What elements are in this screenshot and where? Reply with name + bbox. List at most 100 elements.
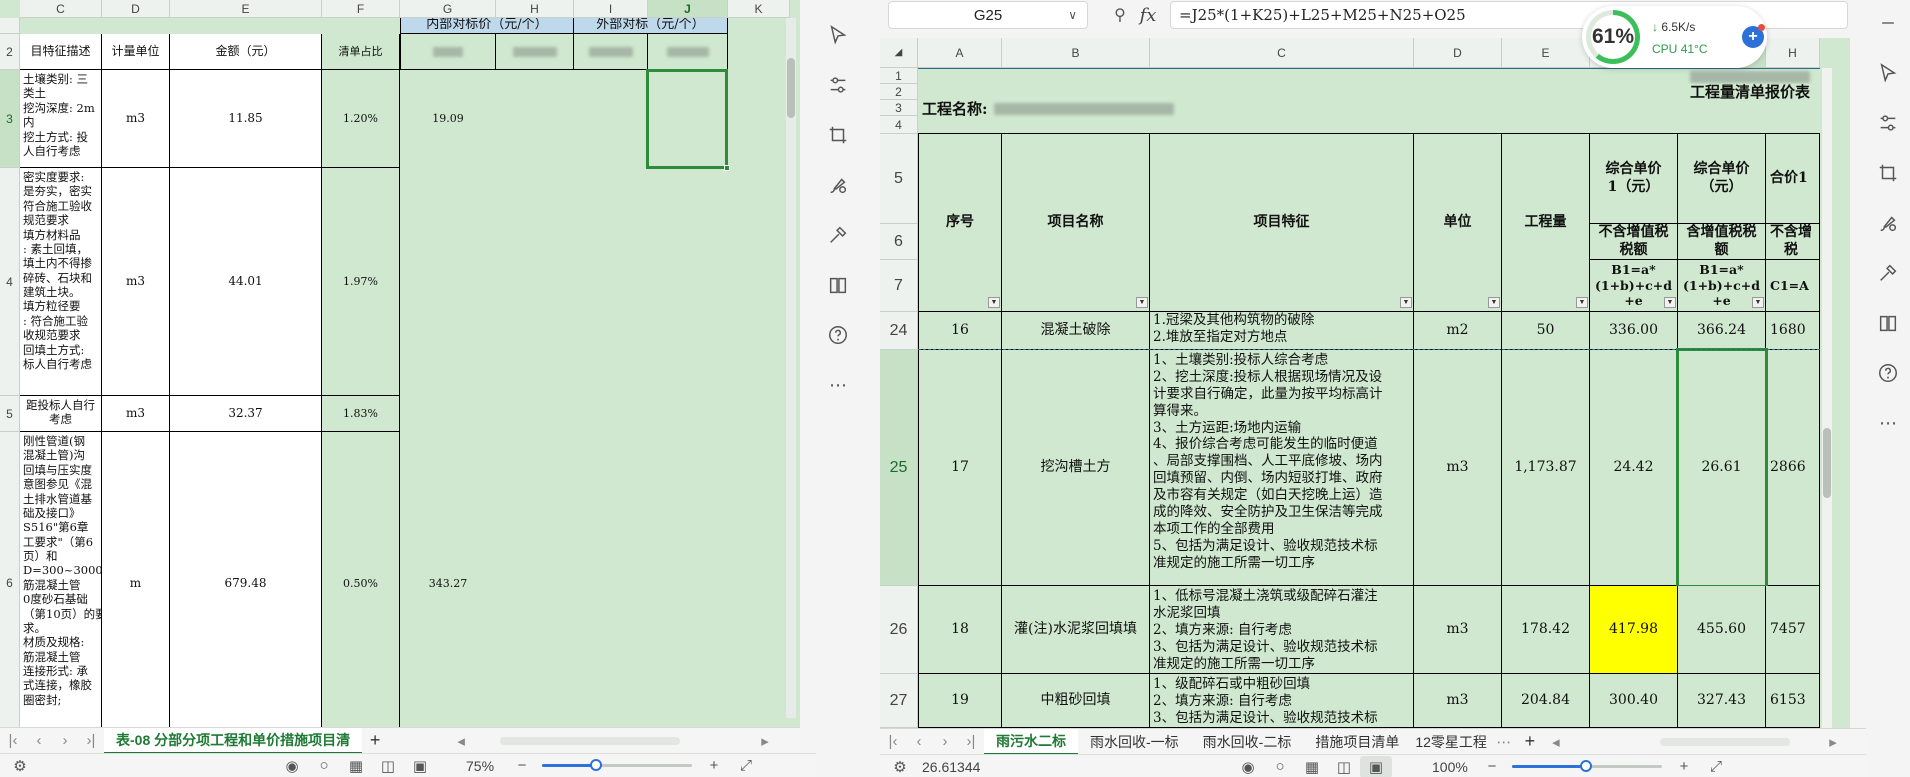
cell-price-excl[interactable]: 336.00 <box>1590 312 1678 350</box>
filter-icon[interactable]: ▼ <box>1576 297 1588 308</box>
column-header-f[interactable]: F <box>322 0 400 18</box>
scroll-right-icon[interactable]: ▸ <box>1820 733 1846 751</box>
adjust-sliders-icon[interactable] <box>1873 108 1903 138</box>
normal-view-icon[interactable]: ▦ <box>1296 756 1328 777</box>
cell-price-excl[interactable]: 300.40 <box>1590 674 1678 728</box>
help-icon[interactable] <box>1873 358 1903 388</box>
cell-item-name[interactable]: 中粗砂回填 <box>1002 674 1150 728</box>
cell[interactable] <box>20 18 400 34</box>
cell-unit[interactable]: m3 <box>102 70 170 168</box>
cell-seq[interactable]: 16 <box>918 312 1002 350</box>
row-header[interactable]: 6 <box>880 224 918 260</box>
row-header[interactable]: 5 <box>880 134 918 224</box>
more-icon[interactable]: ⋯ <box>823 370 853 400</box>
header-cell-blurred[interactable] <box>496 34 574 70</box>
scroll-right-icon[interactable]: ▸ <box>752 732 778 750</box>
chevron-down-icon[interactable]: ∨ <box>1068 8 1077 22</box>
filter-icon[interactable]: ▼ <box>1136 297 1148 308</box>
more-icon[interactable]: ⋯ <box>1873 408 1903 438</box>
left-zoom-level[interactable]: 75% <box>466 758 506 774</box>
header-incl-vat[interactable]: 含增值税税 额 <box>1678 224 1766 260</box>
row-header[interactable]: 25 <box>880 350 918 586</box>
cell-feature[interactable]: 密实度要求: 是夯实，密实 符合施工验收 规范要求 填方材料品 : 素土回填， … <box>20 168 102 396</box>
scrollbar-thumb[interactable] <box>1823 428 1831 498</box>
tab-sheet-rain-sewage-2[interactable]: 雨污水二标 <box>984 728 1078 755</box>
tab-sheet-measures[interactable]: 措施项目清单 <box>1303 729 1411 755</box>
normal-view-icon[interactable]: ▦ <box>340 755 372 777</box>
add-sheet-icon[interactable]: + <box>1517 731 1543 752</box>
eye-protection-icon[interactable]: ◉ <box>276 755 308 777</box>
performance-widget[interactable]: 61% ↓ 6.5K/s CPU 41°C + <box>1582 6 1767 68</box>
cell-total[interactable]: 2866 <box>1766 350 1820 586</box>
zoom-in-icon[interactable]: + <box>1668 756 1700 777</box>
cell-total[interactable]: 6153 <box>1766 674 1820 728</box>
row-header[interactable]: 5 <box>0 396 20 432</box>
next-sheet-icon[interactable]: › <box>52 732 78 749</box>
more-sheets-icon[interactable]: ⋯ <box>1491 733 1517 751</box>
compare-icon[interactable]: ○ <box>308 755 340 777</box>
group-header-internal[interactable]: 内部对标价（元/个） <box>400 18 574 34</box>
cell-unit[interactable]: m3 <box>1414 674 1502 728</box>
column-header-d[interactable]: D <box>1414 38 1502 68</box>
macro-icon[interactable]: ⚙ <box>884 756 916 777</box>
book-icon[interactable] <box>823 270 853 300</box>
zoom-out-icon[interactable]: − <box>506 755 538 777</box>
row-header[interactable]: 3 <box>0 70 20 168</box>
column-header-g[interactable]: G <box>400 0 496 18</box>
cell-amount[interactable]: 44.01 <box>170 168 322 396</box>
prev-sheet-icon[interactable]: ‹ <box>906 733 932 750</box>
scroll-left-icon[interactable]: ◂ <box>448 732 474 750</box>
cell-total[interactable]: 7457 <box>1766 586 1820 674</box>
column-header-i[interactable]: I <box>574 0 648 18</box>
zoom-in-icon[interactable]: + <box>698 755 730 777</box>
column-header-d[interactable]: D <box>102 0 170 18</box>
right-zoom-level[interactable]: 100% <box>1432 759 1476 775</box>
title-row-1[interactable] <box>918 68 1820 84</box>
zoom-out-icon[interactable]: − <box>1476 756 1508 777</box>
sheet-title[interactable]: 工程量清单报价表 <box>918 84 1820 100</box>
cell-feature[interactable]: 土壤类别: 三 类土 挖沟深度: 2m 内 挖土方式: 投 人自行考虑 <box>20 70 102 168</box>
column-header-c[interactable]: C <box>20 0 102 18</box>
cell-price-incl[interactable]: 366.24 <box>1678 312 1766 350</box>
cell-ratio[interactable]: 0.50% <box>322 432 400 735</box>
zoom-knob[interactable] <box>590 759 602 771</box>
book-icon[interactable] <box>1873 308 1903 338</box>
cell-feature[interactable]: 距投标人自行 考虑 <box>20 396 102 432</box>
macro-icon[interactable]: ⚙ <box>4 755 36 777</box>
left-zoom-slider[interactable] <box>542 759 692 771</box>
column-header-c[interactable]: C <box>1150 38 1414 68</box>
help-icon[interactable] <box>823 320 853 350</box>
cell-unit[interactable]: m <box>102 432 170 735</box>
header-unit[interactable]: 单位 <box>1414 134 1502 312</box>
name-box[interactable]: G25 ∨ <box>888 1 1088 29</box>
column-header-h[interactable]: H <box>496 0 574 18</box>
row-header[interactable]: 1 <box>880 68 918 84</box>
cell-quantity[interactable]: 204.84 <box>1502 674 1590 728</box>
row-header[interactable]: 24 <box>880 312 918 350</box>
cell-internal-price[interactable]: 343.27 <box>400 432 496 735</box>
cell-seq[interactable]: 18 <box>918 586 1002 674</box>
header-total-1[interactable]: 合价1 <box>1766 134 1820 224</box>
filter-icon[interactable]: ▼ <box>988 297 1000 308</box>
first-sheet-icon[interactable]: |‹ <box>0 732 26 749</box>
column-header-e[interactable]: E <box>1502 38 1590 68</box>
selected-cell-g25[interactable] <box>1676 348 1768 588</box>
filter-icon[interactable]: ▼ <box>1664 297 1676 308</box>
header-cell-blurred[interactable] <box>574 34 648 70</box>
scrollbar-thumb[interactable] <box>787 58 795 118</box>
cell-price-incl[interactable]: 455.60 <box>1678 586 1766 674</box>
row-header[interactable]: 2 <box>0 34 20 70</box>
column-header-a[interactable]: A <box>918 38 1002 68</box>
cell-item-name[interactable]: 挖沟槽土方 <box>1002 350 1150 586</box>
cell-item-feature[interactable]: 1、低标号混凝土浇筑或级配碎石灌注 水泥浆回填 2、填方来源: 自行考虑 3、包… <box>1150 586 1414 674</box>
page-break-icon[interactable]: ▣ <box>404 755 436 777</box>
minimize-icon[interactable] <box>1873 8 1903 38</box>
row-header[interactable]: 2 <box>880 84 918 100</box>
tools-icon[interactable] <box>1873 258 1903 288</box>
eye-protection-icon[interactable]: ◉ <box>1232 756 1264 777</box>
crop-icon[interactable] <box>1873 158 1903 188</box>
column-header-e[interactable]: E <box>170 0 322 18</box>
row-header[interactable]: 7 <box>880 260 918 312</box>
cell-ratio[interactable]: 1.97% <box>322 168 400 396</box>
left-spreadsheet-grid[interactable]: C D E F G H I J K 2 3 4 5 6 内部对标价（元/个） 外… <box>0 0 800 735</box>
